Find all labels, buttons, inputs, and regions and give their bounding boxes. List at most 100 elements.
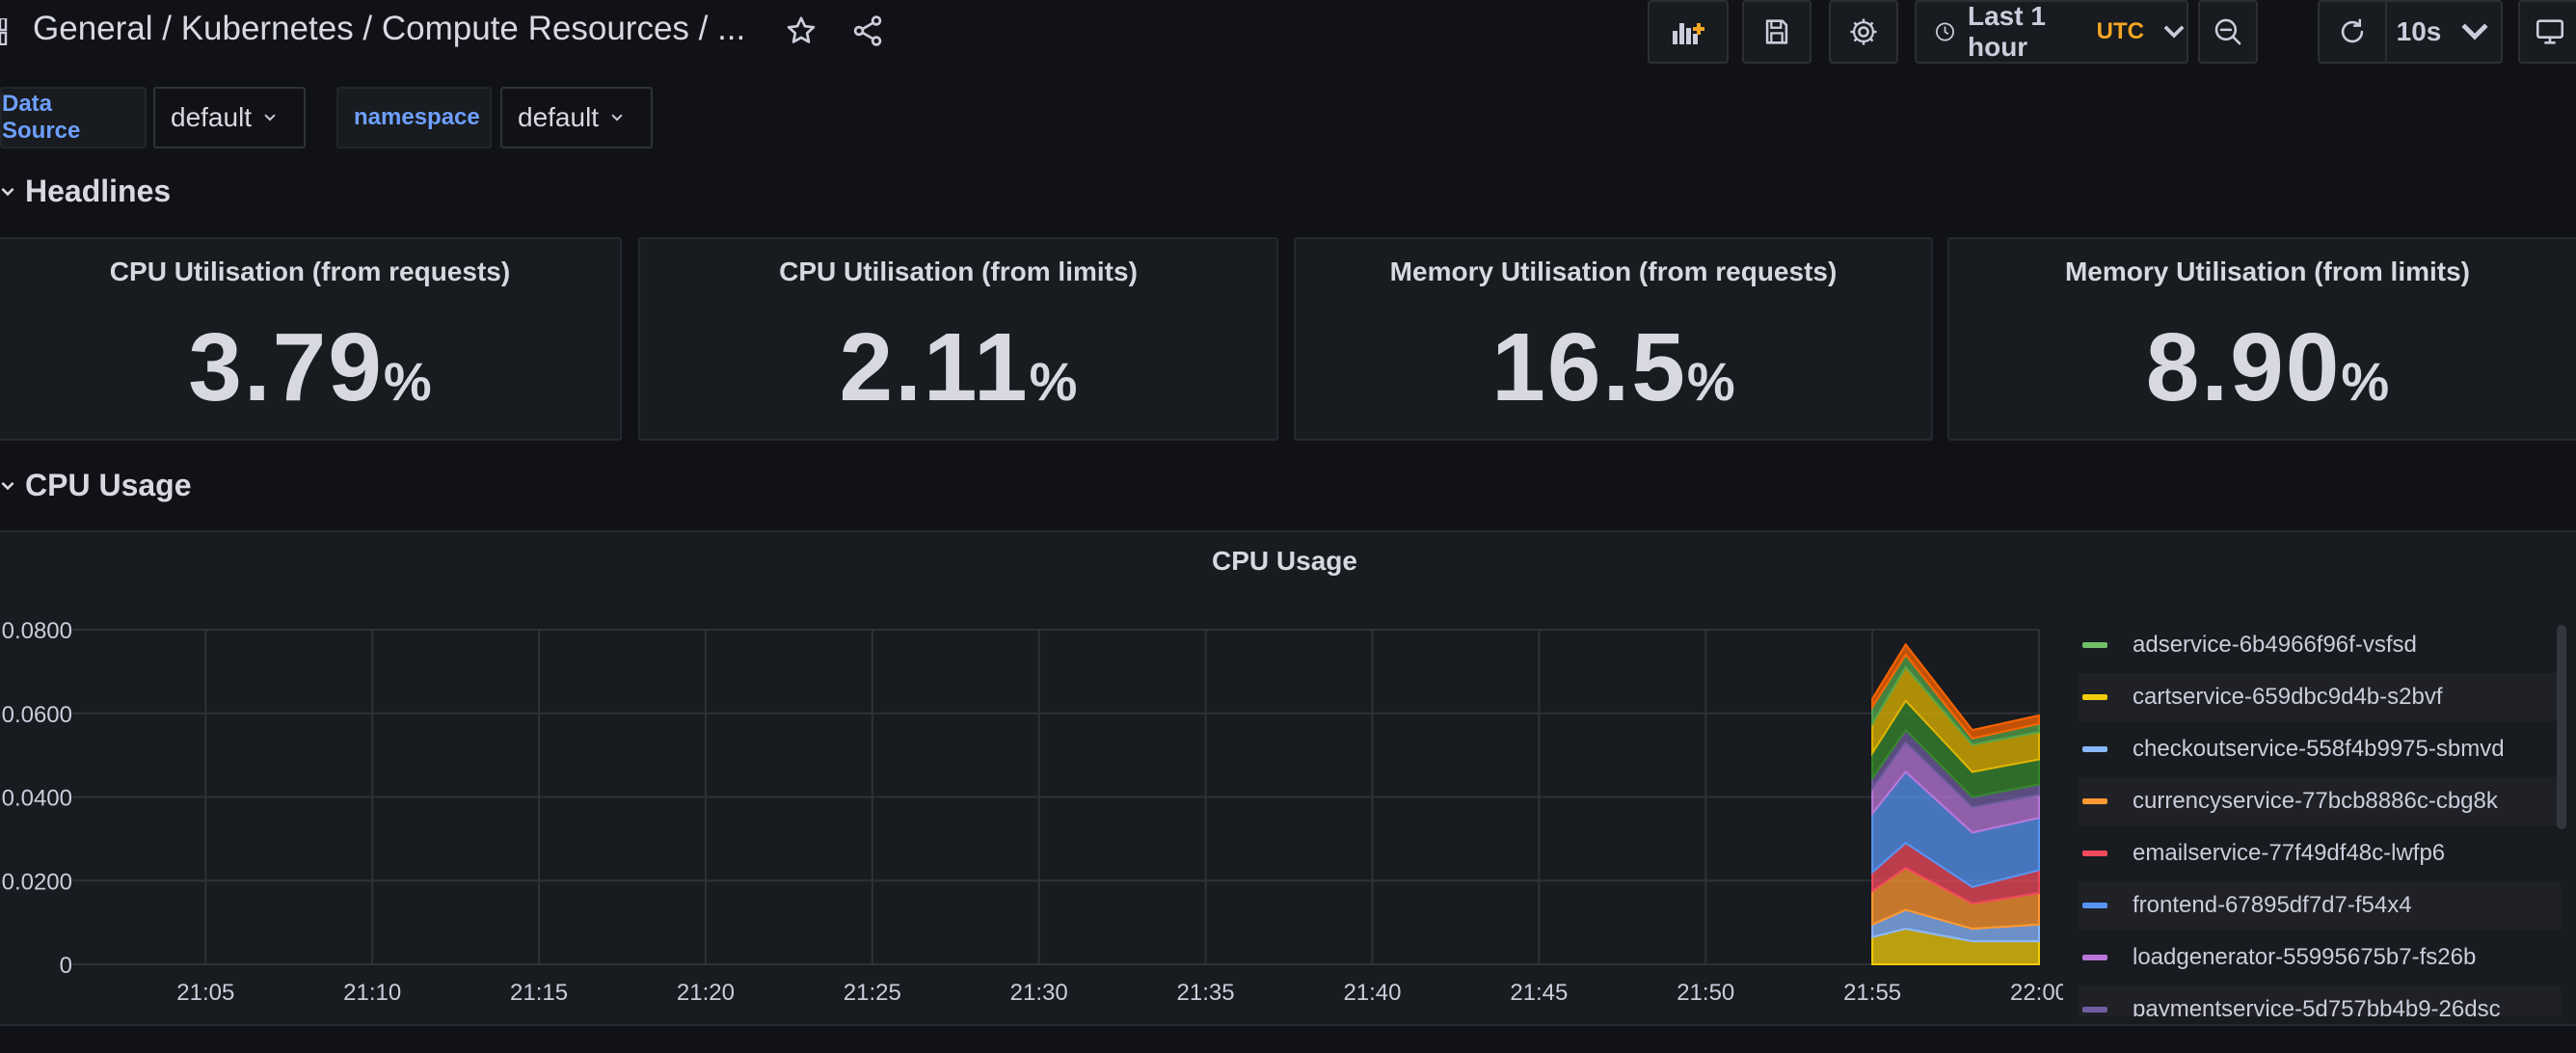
legend-swatch (2082, 903, 2107, 908)
y-tick-label: 0.0600 (2, 702, 72, 728)
stat-title: CPU Utilisation (from limits) (779, 256, 1138, 286)
breadcrumb[interactable]: General / Kubernetes / Compute Resources… (33, 10, 745, 48)
row-headlines[interactable]: Headlines (0, 174, 171, 209)
x-tick-label: 21:45 (1510, 980, 1568, 1006)
x-tick-label: 21:15 (510, 980, 568, 1006)
legend-label: frontend-67895df7d7-f54x4 (2133, 892, 2412, 918)
legend-scrollbar[interactable] (2557, 625, 2566, 829)
legend-swatch (2082, 746, 2107, 752)
select-value: default (518, 102, 600, 132)
y-tick-label: 0.0400 (2, 786, 72, 812)
legend-label: emailservice-77f49df48c-lwfp6 (2133, 840, 2446, 866)
apps-icon[interactable] (0, 18, 15, 45)
stat-unit: % (383, 351, 432, 412)
x-tick-label: 21:05 (176, 980, 234, 1006)
legend-item[interactable]: adservice-6b4966f96f-vsfsd (2079, 621, 2561, 669)
stat-panel-cpu-requests[interactable]: CPU Utilisation (from requests) 3.79% (0, 237, 622, 441)
row-cpu-usage[interactable]: CPU Usage (0, 468, 192, 503)
settings-icon (1850, 18, 1877, 45)
legend-item[interactable]: paymentservice-5d757bb4b9-26dsc (2079, 986, 2561, 1016)
stat-value: 16.5% (1296, 312, 1931, 423)
legend-label: cartservice-659dbc9d4b-s2bvf (2133, 684, 2443, 710)
refresh-interval-label: 10s (2396, 16, 2442, 46)
stat-number: 16.5 (1491, 313, 1687, 421)
legend-swatch (2082, 798, 2107, 804)
datasource-variable-select[interactable]: default (153, 87, 306, 148)
time-range-picker[interactable]: Last 1 hour UTC (1915, 0, 2188, 64)
x-tick-label: 21:35 (1177, 980, 1235, 1006)
panel-title: CPU Usage (1212, 546, 1357, 576)
dashboard-settings-button[interactable] (1829, 0, 1898, 64)
legend-label: adservice-6b4966f96f-vsfsd (2133, 632, 2417, 658)
datasource-variable-label: Data Source (0, 87, 147, 148)
chevron-down-icon (1, 187, 14, 196)
zoom-out-icon (2214, 18, 2241, 45)
legend-swatch (2082, 850, 2107, 856)
stat-unit: % (1029, 351, 1078, 412)
stat-panel-memory-requests[interactable]: Memory Utilisation (from requests) 16.5% (1294, 237, 1933, 441)
stat-value: 2.11% (640, 312, 1276, 423)
tv-mode-button[interactable] (2518, 0, 2576, 64)
legend-item[interactable]: currencyservice-77bcb8886c-cbg8k (2079, 777, 2561, 825)
save-dashboard-button[interactable] (1742, 0, 1811, 64)
stat-title: Memory Utilisation (from limits) (2064, 256, 2471, 286)
legend-item[interactable]: cartservice-659dbc9d4b-s2bvf (2079, 673, 2561, 721)
cpu-usage-chart[interactable]: 0 0.0200 0.0400 0.0600 0.0800 21:05 21:10 21:15… (0, 598, 2063, 1022)
stat-panel-cpu-limits[interactable]: CPU Utilisation (from limits) 2.11% (638, 237, 1278, 441)
legend-item[interactable]: checkoutservice-558f4b9975-sbmvd (2079, 725, 2561, 773)
chevron-down-icon (2163, 25, 2185, 39)
y-tick-label: 0.0200 (2, 869, 72, 895)
legend-swatch (2082, 694, 2107, 700)
legend-label: loadgenerator-55995675b7-fs26b (2133, 944, 2477, 970)
timezone-label: UTC (2096, 18, 2144, 44)
zoom-out-button[interactable] (2198, 0, 2258, 64)
time-range-label: Last 1 hour (1967, 1, 2046, 62)
legend-swatch (2082, 642, 2107, 648)
legend-label: paymentservice-5d757bb4b9-26dsc (2133, 996, 2501, 1016)
chevron-down-icon (1, 481, 14, 490)
stat-title: CPU Utilisation (from requests) (109, 256, 511, 286)
stat-panel-memory-limits[interactable]: Memory Utilisation (from limits) 8.90% (1947, 237, 2576, 441)
chevron-down-icon (611, 114, 623, 122)
legend-label: currencyservice-77bcb8886c-cbg8k (2133, 788, 2498, 814)
stat-title: Memory Utilisation (from requests) (1389, 256, 1838, 286)
stat-number: 3.79 (188, 313, 384, 421)
variable-label-text: namespace (354, 104, 480, 130)
share-icon[interactable] (850, 14, 885, 48)
tv-mode-icon (2536, 19, 2564, 44)
x-tick-label: 21:50 (1677, 980, 1734, 1006)
x-tick-label: 22:00 (2010, 980, 2063, 1006)
x-tick-label: 21:55 (1843, 980, 1901, 1006)
clock-icon (1936, 22, 1954, 41)
variable-label-text: Data Source (2, 91, 81, 144)
row-title-text: Headlines (25, 174, 172, 208)
x-tick-label: 21:10 (343, 980, 401, 1006)
row-title-text: CPU Usage (25, 468, 192, 502)
refresh-interval-picker[interactable]: 10s (2385, 0, 2503, 64)
stat-value: 8.90% (1949, 312, 2576, 423)
add-panel-button[interactable] (1648, 0, 1729, 64)
top-bar: General / Kubernetes / Compute Resources… (0, 0, 2576, 66)
stat-unit: % (2341, 351, 2390, 412)
x-tick-label: 21:30 (1010, 980, 1068, 1006)
refresh-icon (2341, 18, 2364, 43)
legend-label: checkoutservice-558f4b9975-sbmvd (2133, 736, 2505, 762)
star-icon[interactable] (784, 14, 818, 48)
y-tick-label: 0.0800 (2, 618, 72, 644)
stat-number: 2.11 (839, 313, 1030, 421)
legend-swatch (2082, 955, 2107, 960)
legend-item[interactable]: loadgenerator-55995675b7-fs26b (2079, 933, 2561, 982)
stat-unit: % (1686, 351, 1735, 412)
namespace-variable-select[interactable]: default (500, 87, 653, 148)
chart-legend: adservice-6b4966f96f-vsfsd cartservice-65… (2079, 621, 2561, 1016)
select-value: default (171, 102, 253, 132)
legend-swatch (2082, 1007, 2107, 1012)
x-tick-label: 21:20 (677, 980, 735, 1006)
save-icon (1765, 19, 1788, 44)
legend-item[interactable]: frontend-67895df7d7-f54x4 (2079, 881, 2561, 930)
x-tick-label: 21:25 (844, 980, 901, 1006)
stat-number: 8.90 (2145, 313, 2342, 421)
refresh-button[interactable] (2318, 0, 2385, 64)
legend-item[interactable]: emailservice-77f49df48c-lwfp6 (2079, 829, 2561, 878)
stat-value: 3.79% (0, 312, 620, 423)
